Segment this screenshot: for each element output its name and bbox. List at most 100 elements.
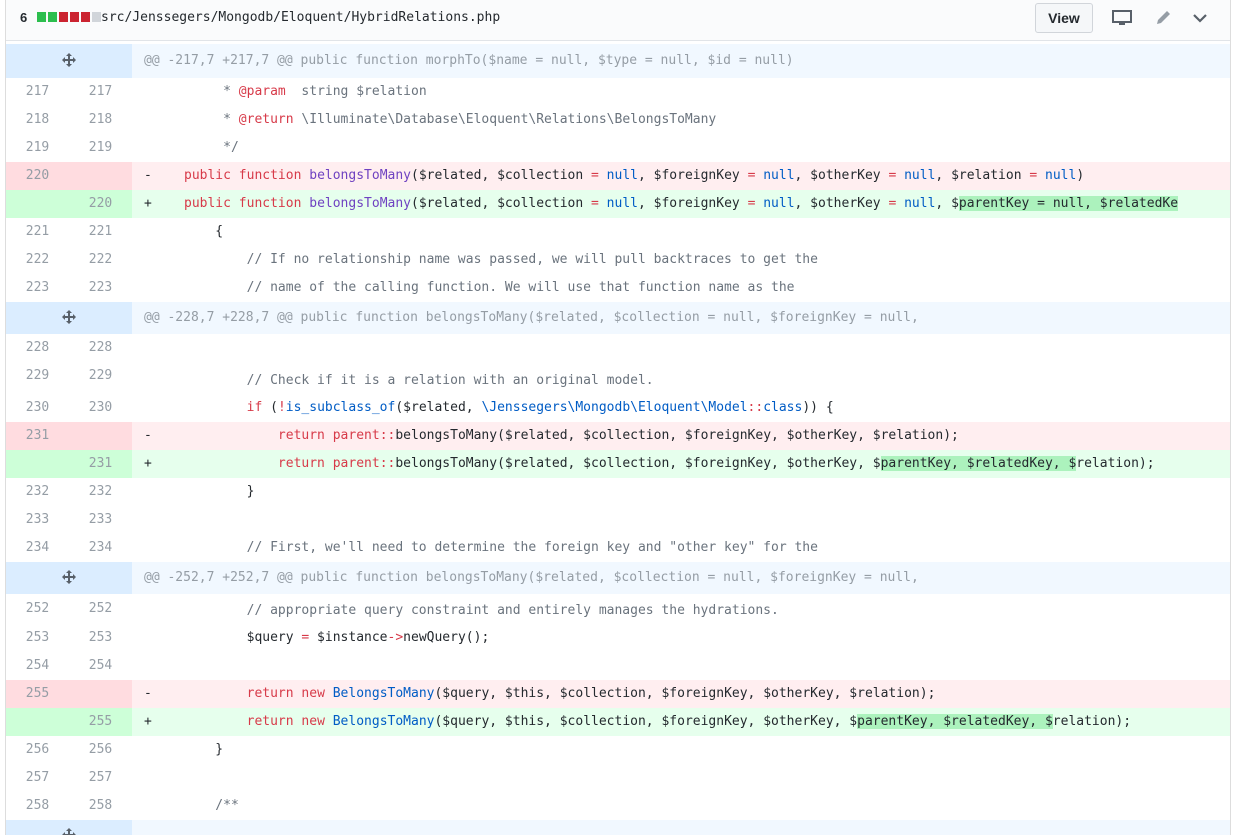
new-line-number[interactable]: 220 xyxy=(69,190,132,218)
expand-icon[interactable] xyxy=(6,302,132,334)
old-line-number[interactable]: 252 xyxy=(6,594,69,624)
old-line-number[interactable]: 229 xyxy=(6,362,69,394)
hunk-text xyxy=(132,820,1230,835)
hunk-text: @@ -252,7 +252,7 @@ public function belo… xyxy=(144,570,919,585)
new-line-number[interactable]: 223 xyxy=(69,274,132,302)
old-line-number[interactable]: 232 xyxy=(6,478,69,506)
new-line-number[interactable]: 230 xyxy=(69,394,132,422)
diff-line: 222 222 // If no relationship name was p… xyxy=(6,246,1230,274)
new-line-number[interactable]: 231 xyxy=(69,450,132,478)
diff-line: 228 228 xyxy=(6,334,1230,362)
line-code: $query = $instance->newQuery(); xyxy=(184,630,490,645)
expand-icon[interactable] xyxy=(6,562,132,594)
new-line-number[interactable] xyxy=(69,680,132,708)
hunk-text: @@ -217,7 +217,7 @@ public function morp… xyxy=(144,53,794,68)
line-code xyxy=(132,506,1230,534)
new-line-number[interactable]: 234 xyxy=(69,534,132,562)
line-code: if (!is_subclass_of($related, \Jensseger… xyxy=(246,400,834,415)
old-line-number[interactable]: 221 xyxy=(6,218,69,246)
expand-icon[interactable] xyxy=(6,44,132,78)
diff-line: 232 232 } xyxy=(6,478,1230,506)
new-line-number[interactable]: 217 xyxy=(69,78,132,106)
file-header: 6 src/Jenssegers/Mongodb/Eloquent/Hybrid… xyxy=(6,0,1230,41)
new-line-number[interactable]: 232 xyxy=(69,478,132,506)
old-line-number[interactable] xyxy=(6,708,69,736)
old-line-number[interactable]: 258 xyxy=(6,792,69,820)
diffstat-block xyxy=(92,12,101,22)
old-line-number[interactable]: 234 xyxy=(6,534,69,562)
old-line-number[interactable]: 219 xyxy=(6,134,69,162)
line-code: - public function belongsToMany($related,… xyxy=(132,162,1230,190)
added-line: 255 + return new BelongsToMany($query, $… xyxy=(6,708,1230,736)
deletion-marker: - xyxy=(144,428,152,443)
diffstat xyxy=(37,12,103,22)
old-line-number[interactable]: 220 xyxy=(6,162,69,190)
new-line-number[interactable]: 258 xyxy=(69,792,132,820)
hunk-header xyxy=(6,820,1230,835)
added-line: 231 + return parent::belongsToMany($rela… xyxy=(6,450,1230,478)
addition-marker: + xyxy=(144,456,152,471)
new-line-number[interactable]: 229 xyxy=(69,362,132,394)
new-line-number[interactable]: 257 xyxy=(69,764,132,792)
line-code: } xyxy=(184,484,255,499)
diff-line: 257 257 xyxy=(6,764,1230,792)
diff-file: 6 src/Jenssegers/Mongodb/Eloquent/Hybrid… xyxy=(5,0,1231,835)
old-line-number[interactable]: 256 xyxy=(6,736,69,764)
hunk-text: @@ -228,7 +228,7 @@ public function belo… xyxy=(144,310,919,325)
old-line-number[interactable] xyxy=(6,190,69,218)
old-line-number[interactable]: 255 xyxy=(6,680,69,708)
new-line-number[interactable]: 218 xyxy=(69,106,132,134)
new-line-number[interactable]: 233 xyxy=(69,506,132,534)
old-line-number[interactable]: 253 xyxy=(6,624,69,652)
chevron-down-icon[interactable] xyxy=(1188,8,1212,28)
new-line-number[interactable]: 253 xyxy=(69,624,132,652)
line-code: // First, we'll need to determine the fo… xyxy=(184,540,818,555)
diffstat-block xyxy=(48,12,57,22)
new-line-number[interactable]: 256 xyxy=(69,736,132,764)
old-line-number[interactable]: 223 xyxy=(6,274,69,302)
new-line-number[interactable]: 222 xyxy=(69,246,132,274)
line-code: - return parent::belongsToMany($related,… xyxy=(132,422,1230,450)
pencil-icon[interactable] xyxy=(1151,8,1175,28)
line-code: * @return \Illuminate\Database\Eloquent\… xyxy=(184,112,717,127)
view-file-button[interactable]: View xyxy=(1035,3,1093,33)
new-line-number[interactable] xyxy=(69,162,132,190)
hunk-header: @@ -228,7 +228,7 @@ public function belo… xyxy=(6,302,1230,334)
new-line-number[interactable]: 255 xyxy=(69,708,132,736)
diffstat-block xyxy=(59,12,68,22)
added-line: 220 + public function belongsToMany($rela… xyxy=(6,190,1230,218)
desktop-icon[interactable] xyxy=(1110,8,1134,28)
line-code xyxy=(132,334,1230,362)
old-line-number[interactable]: 217 xyxy=(6,78,69,106)
diff-line: 253 253 $query = $instance->newQuery(); xyxy=(6,624,1230,652)
old-line-number[interactable]: 257 xyxy=(6,764,69,792)
diff-line: 256 256 } xyxy=(6,736,1230,764)
old-line-number[interactable]: 254 xyxy=(6,652,69,680)
hunk-header: @@ -252,7 +252,7 @@ public function belo… xyxy=(6,562,1230,594)
old-line-number[interactable]: 233 xyxy=(6,506,69,534)
diff-line: 221 221 { xyxy=(6,218,1230,246)
old-line-number[interactable]: 228 xyxy=(6,334,69,362)
deleted-line: 255 - return new BelongsToMany($query, $… xyxy=(6,680,1230,708)
addition-marker: + xyxy=(144,714,152,729)
old-line-number[interactable]: 218 xyxy=(6,106,69,134)
diffstat-block xyxy=(37,12,46,22)
diff-line: 233 233 xyxy=(6,506,1230,534)
new-line-number[interactable]: 219 xyxy=(69,134,132,162)
line-code: + public function belongsToMany($related,… xyxy=(132,190,1230,218)
old-line-number[interactable] xyxy=(6,450,69,478)
expand-icon[interactable] xyxy=(6,820,132,835)
diff-line: 219 219 */ xyxy=(6,134,1230,162)
old-line-number[interactable]: 231 xyxy=(6,422,69,450)
diffstat-block xyxy=(81,12,90,22)
line-code: // name of the calling function. We will… xyxy=(184,280,795,295)
new-line-number[interactable]: 252 xyxy=(69,594,132,624)
old-line-number[interactable]: 230 xyxy=(6,394,69,422)
old-line-number[interactable]: 222 xyxy=(6,246,69,274)
new-line-number[interactable]: 221 xyxy=(69,218,132,246)
new-line-number[interactable] xyxy=(69,422,132,450)
new-line-number[interactable]: 228 xyxy=(69,334,132,362)
new-line-number[interactable]: 254 xyxy=(69,652,132,680)
file-path[interactable]: src/Jenssegers/Mongodb/Eloquent/HybridRe… xyxy=(101,10,500,25)
deletion-marker: - xyxy=(144,686,152,701)
